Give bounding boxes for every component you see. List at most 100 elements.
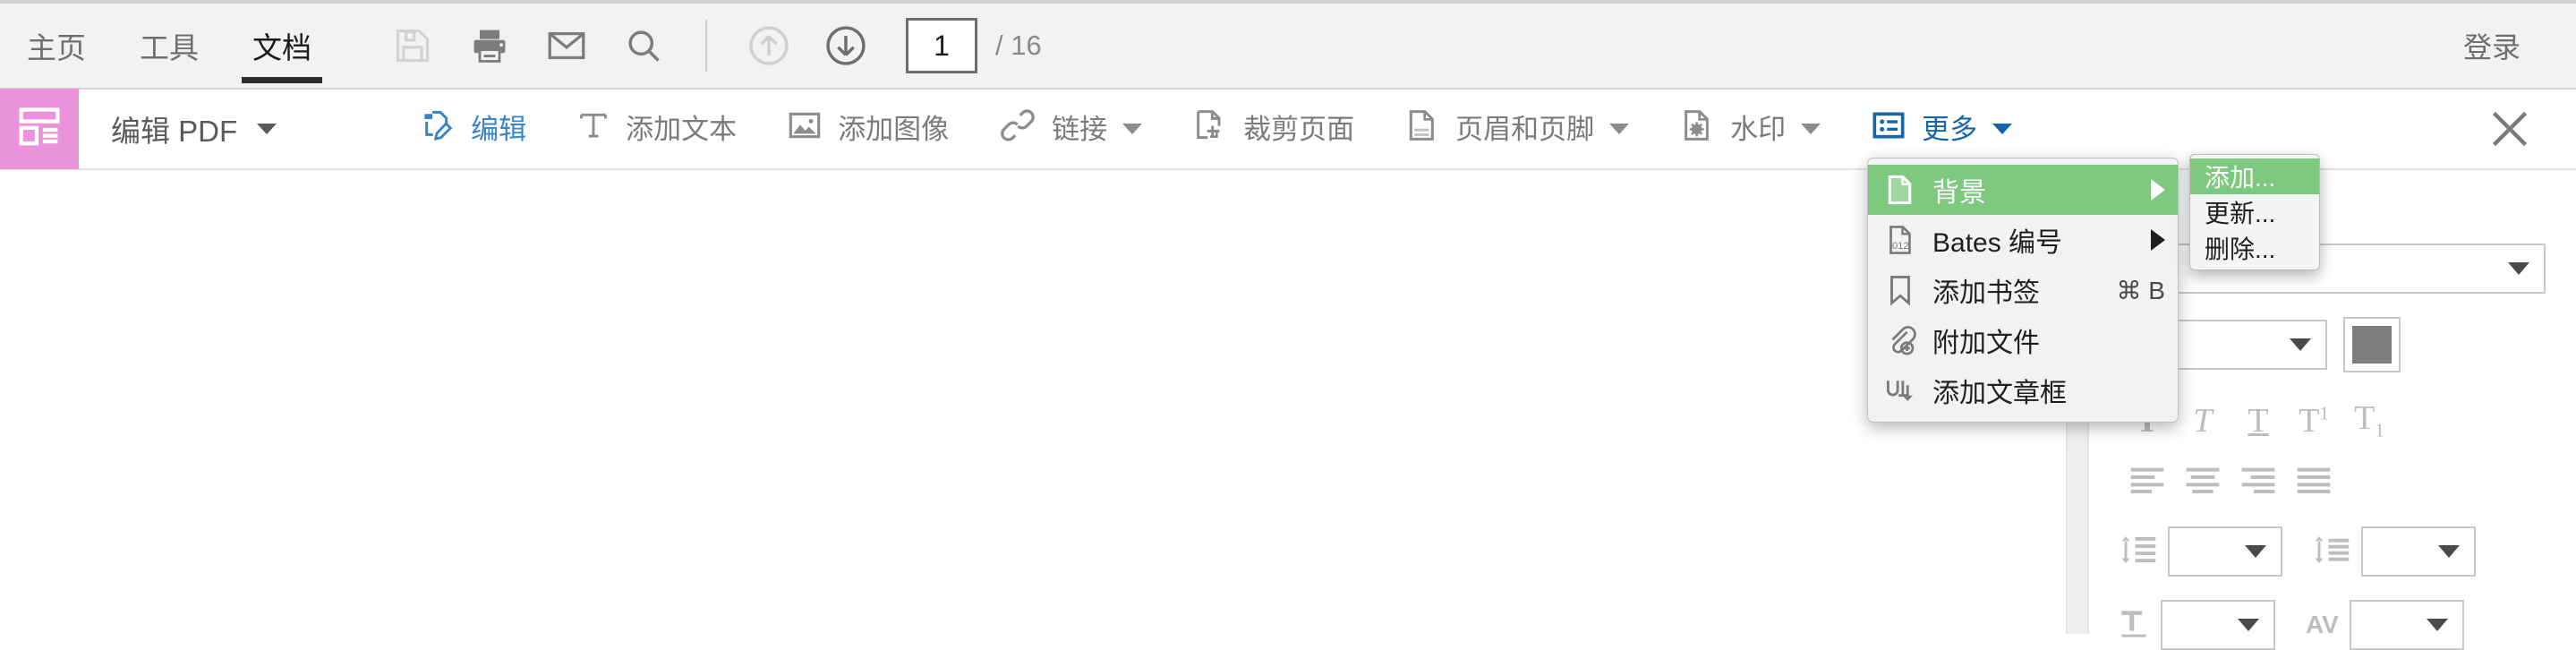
login-button[interactable]: 登录 [2463,25,2521,66]
chevron-down-icon [1801,124,1821,134]
menu-item-bates-numbering[interactable]: 012 Bates 编号 [1868,215,2178,265]
font-family-select[interactable] [2120,244,2546,294]
layout-edit-icon [16,104,63,155]
menu-item-attach-file[interactable]: 附加文件 [1868,315,2178,365]
paragraph-spacing-icon [2313,534,2350,570]
underline-button[interactable]: T [2231,396,2286,446]
character-scale-icon [2120,608,2150,643]
bookmark-icon [1881,270,1920,310]
toolbar-item-crop-page-label: 裁剪页面 [1243,113,1355,145]
arrow-down-circle-icon [823,22,869,69]
previous-page-button[interactable] [730,7,807,84]
toolbar-item-crop-page[interactable]: 裁剪页面 [1174,89,1372,169]
menu-item-bates-numbering-label: Bates 编号 [1932,228,2063,258]
chevron-down-icon [1122,124,1143,134]
line-spacing-select[interactable] [2168,526,2282,577]
add-text-icon [576,108,610,150]
toolbar-item-watermark[interactable]: 水印 [1661,89,1838,169]
watermark-icon [1679,107,1715,150]
font-color-fill [2352,326,2392,363]
menu-item-add-bookmark[interactable]: 添加书签 ⌘ B [1868,265,2178,315]
crop-page-icon [1192,107,1228,150]
menu-tab-document-label: 文档 [252,31,311,64]
align-left-button[interactable] [2120,455,2175,505]
toolbar-item-add-text-label: 添加文本 [626,113,738,145]
font-family-row [2120,244,2546,294]
toolbar-item-watermark-label: 水印 [1730,113,1787,145]
menu-item-attach-file-label: 附加文件 [1932,329,2040,358]
search-button[interactable] [605,7,682,84]
chevron-down-icon [2426,619,2448,631]
menu-tab-document[interactable]: 文档 [226,1,338,90]
next-page-button[interactable] [807,7,884,84]
submenu-item-delete[interactable]: 删除... [2190,230,2319,266]
align-right-button[interactable] [2231,455,2286,505]
header-footer-icon [1404,107,1440,150]
chevron-right-icon [2151,229,2165,251]
toolbar-item-edit[interactable]: 编辑 [402,89,544,169]
subscript-button[interactable]: T1 [2341,396,2397,446]
font-style-buttons: T T T T1 T1 [2120,396,2546,446]
subscript-glyph: T1 [2354,399,2384,441]
spacing-row [2120,526,2546,577]
character-scale-select[interactable] [2161,600,2275,650]
align-right-icon [2241,467,2275,493]
toolbar-item-add-image[interactable]: 添加图像 [769,89,967,169]
edit-pdf-label: 编辑 PDF [111,115,238,148]
more-list-icon [1871,107,1906,150]
chevron-right-icon [2151,179,2165,201]
align-left-icon [2130,467,2164,493]
search-icon [624,26,663,65]
submenu-item-delete-label: 删除... [2205,235,2276,263]
edit-pdf-dropdown[interactable]: 编辑 PDF [111,107,277,150]
background-page-icon [1881,170,1920,210]
menu-item-background[interactable]: 背景 [1868,165,2178,215]
chevron-down-icon [1609,124,1630,134]
menu-tab-tools[interactable]: 工具 [113,1,226,90]
arrow-up-circle-icon [746,22,792,69]
link-icon [999,107,1036,151]
toolbar-item-add-image-label: 添加图像 [838,113,950,145]
chevron-down-icon [2290,338,2311,351]
print-button[interactable] [451,7,528,84]
character-row: AV [2120,600,2546,650]
toolbar-item-add-text[interactable]: 添加文本 [559,89,755,169]
menu-item-add-article-box-label: 添加文章框 [1932,379,2067,408]
align-center-icon [2186,467,2220,493]
pdf-page-view[interactable] [0,172,2089,634]
paragraph-spacing-select[interactable] [2361,526,2476,577]
line-spacing-icon [2120,534,2157,570]
italic-button[interactable]: T [2175,396,2231,446]
align-center-button[interactable] [2175,455,2231,505]
submenu-item-update[interactable]: 更新... [2190,194,2319,230]
character-spacing-select[interactable] [2349,600,2464,650]
superscript-button[interactable]: T1 [2286,396,2341,446]
page-number-input[interactable]: 1 [906,18,977,73]
toolbar-item-link-label: 链接 [1052,113,1108,145]
toolbar-item-link[interactable]: 链接 [981,89,1160,169]
menu-item-add-article-box[interactable]: 添加文章框 [1868,365,2178,415]
toolbar-items: 编辑 添加文本 添加图像 链接 裁剪页面 页眉和页脚 水印 更多 [402,89,2030,169]
alignment-buttons [2120,455,2546,505]
background-submenu: 添加... 更新... 删除... [2189,154,2320,270]
font-color-swatch[interactable] [2343,317,2401,372]
save-button[interactable] [374,7,451,84]
edit-pdf-mode-chip[interactable] [0,89,79,169]
superscript-glyph: T1 [2299,402,2329,440]
submenu-item-add-label: 添加... [2205,164,2276,192]
close-toolbar-button[interactable] [2485,104,2535,154]
email-icon [546,25,587,66]
align-justify-icon [2297,467,2331,493]
menu-item-background-label: 背景 [1932,178,1986,208]
add-image-icon [787,107,823,150]
chevron-down-icon [257,124,277,134]
menu-tab-home[interactable]: 主页 [0,1,113,90]
toolbar-item-header-footer[interactable]: 页眉和页脚 [1386,89,1647,169]
email-button[interactable] [528,7,605,84]
menu-tab-tools-label: 工具 [140,31,199,64]
align-justify-button[interactable] [2286,455,2341,505]
chevron-down-icon [2438,545,2460,558]
submenu-item-add[interactable]: 添加... [2190,158,2319,194]
font-size-row [2120,317,2546,372]
character-spacing-label: AV [2306,611,2339,638]
